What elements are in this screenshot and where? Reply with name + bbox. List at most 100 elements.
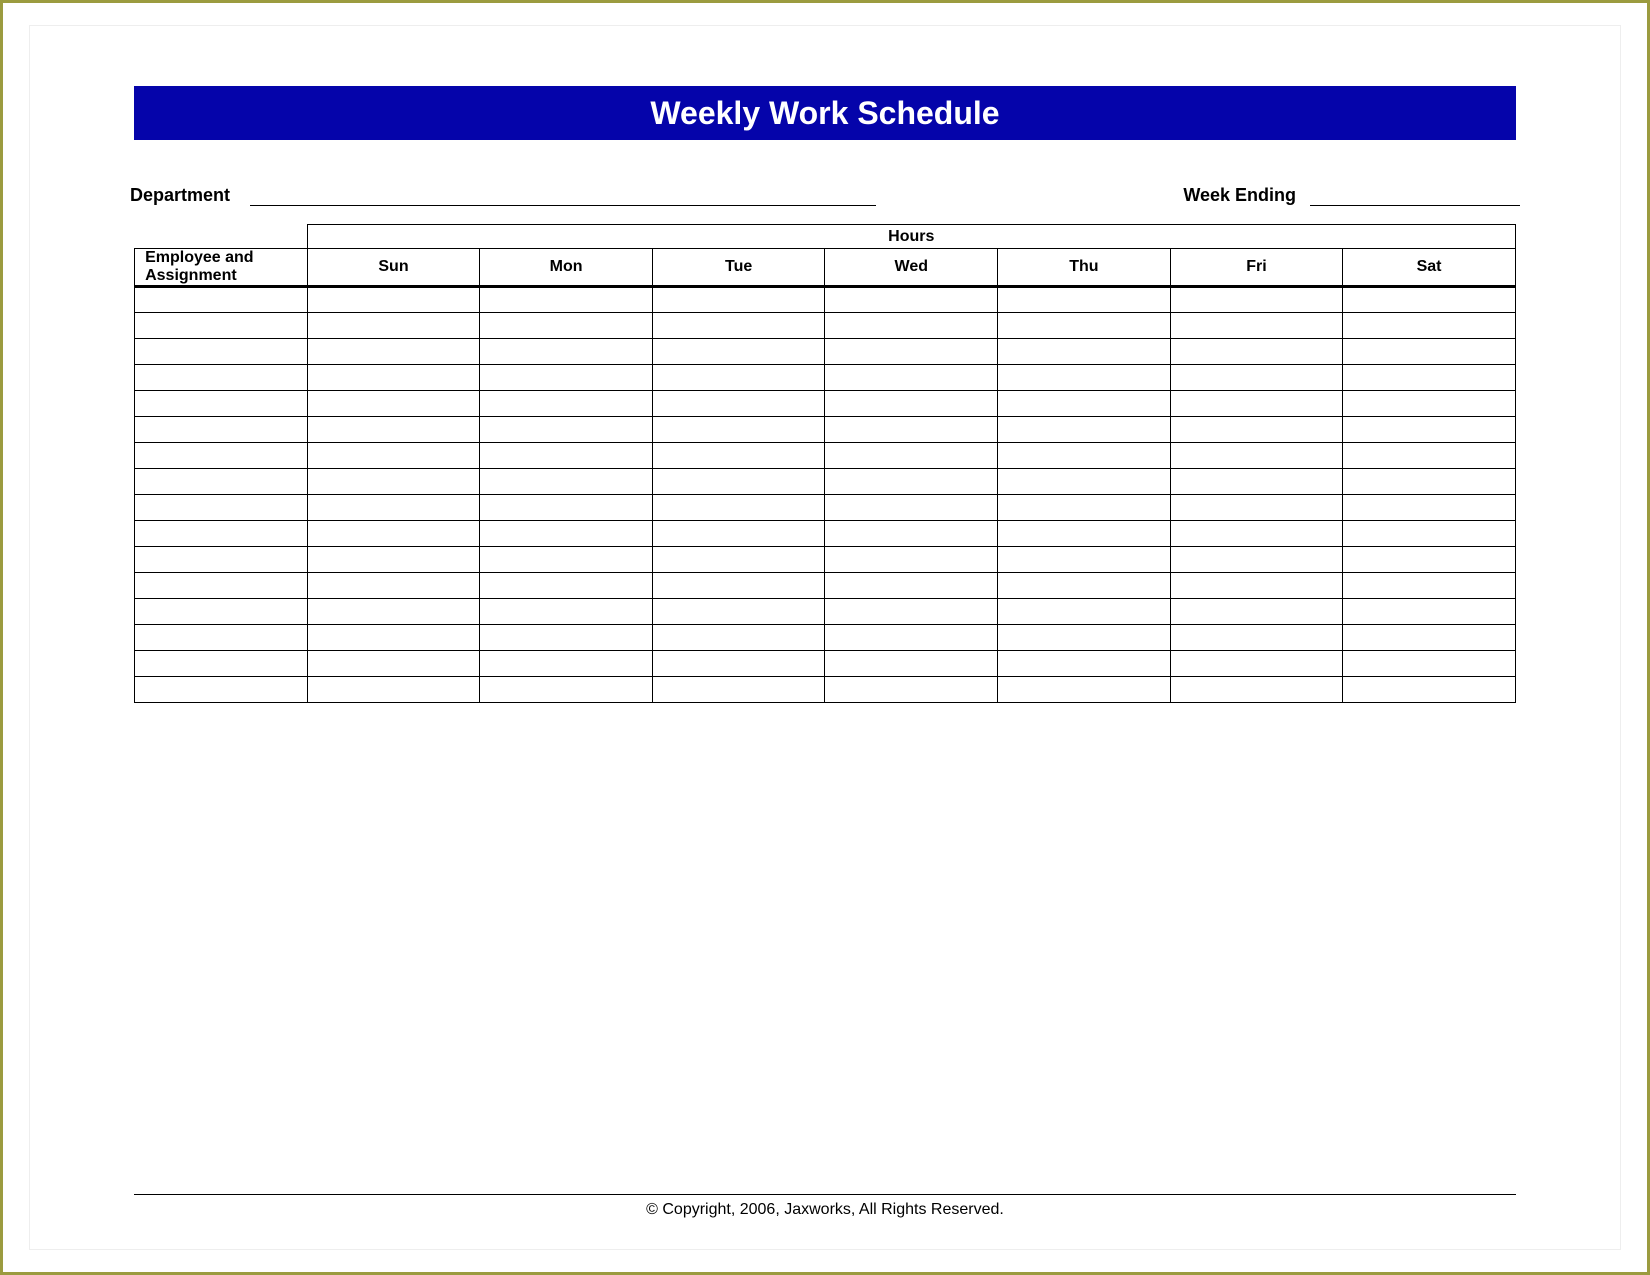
hours-cell[interactable] (307, 339, 480, 365)
hours-cell[interactable] (825, 651, 998, 677)
hours-cell[interactable] (307, 573, 480, 599)
employee-cell[interactable] (135, 625, 308, 651)
hours-cell[interactable] (998, 625, 1171, 651)
hours-cell[interactable] (480, 599, 653, 625)
hours-cell[interactable] (480, 313, 653, 339)
employee-cell[interactable] (135, 599, 308, 625)
hours-cell[interactable] (825, 417, 998, 443)
hours-cell[interactable] (1170, 443, 1343, 469)
hours-cell[interactable] (480, 547, 653, 573)
hours-cell[interactable] (480, 365, 653, 391)
hours-cell[interactable] (652, 599, 825, 625)
hours-cell[interactable] (480, 469, 653, 495)
employee-cell[interactable] (135, 547, 308, 573)
hours-cell[interactable] (1343, 573, 1516, 599)
hours-cell[interactable] (998, 651, 1171, 677)
hours-cell[interactable] (998, 443, 1171, 469)
hours-cell[interactable] (1343, 443, 1516, 469)
hours-cell[interactable] (480, 495, 653, 521)
hours-cell[interactable] (825, 469, 998, 495)
hours-cell[interactable] (652, 339, 825, 365)
hours-cell[interactable] (652, 495, 825, 521)
employee-cell[interactable] (135, 521, 308, 547)
hours-cell[interactable] (998, 495, 1171, 521)
hours-cell[interactable] (307, 313, 480, 339)
hours-cell[interactable] (825, 521, 998, 547)
hours-cell[interactable] (1343, 339, 1516, 365)
hours-cell[interactable] (998, 677, 1171, 703)
hours-cell[interactable] (652, 443, 825, 469)
hours-cell[interactable] (998, 521, 1171, 547)
hours-cell[interactable] (1170, 287, 1343, 313)
hours-cell[interactable] (825, 313, 998, 339)
hours-cell[interactable] (652, 313, 825, 339)
hours-cell[interactable] (1170, 469, 1343, 495)
hours-cell[interactable] (480, 417, 653, 443)
hours-cell[interactable] (1170, 391, 1343, 417)
hours-cell[interactable] (652, 677, 825, 703)
week-ending-input-line[interactable] (1310, 183, 1520, 206)
hours-cell[interactable] (998, 365, 1171, 391)
hours-cell[interactable] (1170, 313, 1343, 339)
hours-cell[interactable] (1343, 313, 1516, 339)
hours-cell[interactable] (998, 339, 1171, 365)
hours-cell[interactable] (825, 495, 998, 521)
hours-cell[interactable] (307, 677, 480, 703)
employee-cell[interactable] (135, 443, 308, 469)
hours-cell[interactable] (1170, 573, 1343, 599)
hours-cell[interactable] (1170, 339, 1343, 365)
hours-cell[interactable] (998, 287, 1171, 313)
employee-cell[interactable] (135, 391, 308, 417)
hours-cell[interactable] (652, 521, 825, 547)
hours-cell[interactable] (480, 625, 653, 651)
employee-cell[interactable] (135, 651, 308, 677)
hours-cell[interactable] (652, 651, 825, 677)
hours-cell[interactable] (480, 521, 653, 547)
hours-cell[interactable] (1170, 625, 1343, 651)
hours-cell[interactable] (307, 651, 480, 677)
hours-cell[interactable] (998, 573, 1171, 599)
hours-cell[interactable] (307, 469, 480, 495)
hours-cell[interactable] (1170, 651, 1343, 677)
hours-cell[interactable] (998, 469, 1171, 495)
hours-cell[interactable] (825, 625, 998, 651)
hours-cell[interactable] (825, 599, 998, 625)
hours-cell[interactable] (307, 365, 480, 391)
employee-cell[interactable] (135, 495, 308, 521)
hours-cell[interactable] (652, 287, 825, 313)
hours-cell[interactable] (1170, 495, 1343, 521)
hours-cell[interactable] (998, 391, 1171, 417)
hours-cell[interactable] (825, 391, 998, 417)
hours-cell[interactable] (998, 547, 1171, 573)
hours-cell[interactable] (652, 469, 825, 495)
hours-cell[interactable] (825, 365, 998, 391)
hours-cell[interactable] (1170, 365, 1343, 391)
hours-cell[interactable] (1170, 547, 1343, 573)
hours-cell[interactable] (652, 365, 825, 391)
hours-cell[interactable] (825, 547, 998, 573)
hours-cell[interactable] (1343, 625, 1516, 651)
hours-cell[interactable] (998, 599, 1171, 625)
hours-cell[interactable] (652, 573, 825, 599)
hours-cell[interactable] (307, 547, 480, 573)
hours-cell[interactable] (998, 417, 1171, 443)
hours-cell[interactable] (480, 287, 653, 313)
hours-cell[interactable] (1170, 677, 1343, 703)
employee-cell[interactable] (135, 365, 308, 391)
department-input-line[interactable] (250, 183, 876, 206)
hours-cell[interactable] (307, 599, 480, 625)
hours-cell[interactable] (998, 313, 1171, 339)
employee-cell[interactable] (135, 313, 308, 339)
hours-cell[interactable] (1343, 521, 1516, 547)
employee-cell[interactable] (135, 469, 308, 495)
hours-cell[interactable] (307, 443, 480, 469)
hours-cell[interactable] (1343, 677, 1516, 703)
hours-cell[interactable] (652, 391, 825, 417)
hours-cell[interactable] (480, 677, 653, 703)
hours-cell[interactable] (825, 677, 998, 703)
hours-cell[interactable] (1343, 287, 1516, 313)
hours-cell[interactable] (825, 443, 998, 469)
employee-cell[interactable] (135, 573, 308, 599)
hours-cell[interactable] (1343, 495, 1516, 521)
hours-cell[interactable] (307, 391, 480, 417)
